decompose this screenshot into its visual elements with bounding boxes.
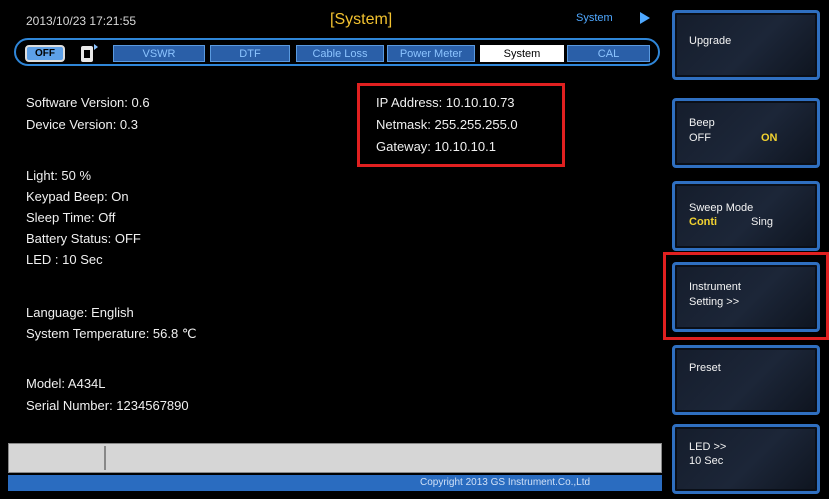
led-softkey[interactable]: LED >> 10 Sec [672, 424, 820, 494]
tab-power-meter[interactable]: Power Meter [387, 45, 475, 62]
play-arrow-icon [640, 12, 650, 24]
tab-vswr[interactable]: VSWR [113, 45, 205, 62]
serial-number: Serial Number: 1234567890 [26, 398, 189, 413]
instrument-label: Instrument [689, 281, 741, 293]
preset-label: Preset [689, 362, 721, 374]
tab-dtf[interactable]: DTF [210, 45, 290, 62]
led-label: LED >> [689, 441, 727, 453]
language: Language: English [26, 305, 134, 320]
beep-off-option: OFF [689, 132, 711, 144]
breadcrumb: System [576, 12, 613, 24]
power-off-indicator[interactable]: OFF [25, 45, 65, 62]
usb-icon [81, 44, 98, 62]
system-temperature: System Temperature: 56.8 ℃ [26, 326, 197, 341]
battery-status: Battery Status: OFF [26, 231, 141, 246]
datetime: 2013/10/23 17:21:55 [26, 14, 137, 28]
tab-system[interactable]: System [480, 45, 564, 62]
light-level: Light: 50 % [26, 168, 92, 183]
led-setting: LED : 10 Sec [26, 252, 103, 267]
message-bar-divider [104, 446, 106, 470]
sweep-sing-option: Sing [751, 216, 774, 228]
beep-softkey[interactable]: Beep OFF ON [672, 98, 820, 168]
sweep-mode-label: Sweep Mode [689, 202, 754, 214]
led-value: 10 Sec [689, 455, 724, 467]
upgrade-softkey[interactable]: Upgrade [672, 10, 820, 80]
sleep-time: Sleep Time: Off [26, 210, 116, 225]
keypad-beep: Keypad Beep: On [26, 189, 129, 204]
copyright-text: Copyright 2013 GS Instrument.Co.,Ltd [420, 477, 591, 488]
model: Model: A434L [26, 376, 106, 391]
tab-cal[interactable]: CAL [567, 45, 650, 62]
ip-address: IP Address: 10.10.10.73 [376, 95, 515, 110]
device-version: Device Version: 0.3 [26, 117, 139, 132]
tab-cable-loss[interactable]: Cable Loss [296, 45, 384, 62]
preset-softkey[interactable]: Preset [672, 345, 820, 415]
page-title: [System] [330, 11, 393, 28]
message-bar [8, 443, 662, 473]
gateway: Gateway: 10.10.10.1 [376, 139, 496, 154]
beep-on-option: ON [761, 132, 778, 144]
software-version: Software Version: 0.6 [26, 95, 150, 110]
netmask: Netmask: 255.255.255.0 [376, 117, 518, 132]
instrument-setting-softkey[interactable]: Instrument Setting >> [672, 262, 820, 332]
sweep-mode-softkey[interactable]: Sweep Mode Conti Sing [672, 181, 820, 251]
sweep-conti-option: Conti [689, 216, 718, 228]
upgrade-label: Upgrade [689, 35, 732, 47]
beep-label: Beep [689, 117, 715, 129]
instrument-setting-label: Setting >> [689, 296, 740, 308]
